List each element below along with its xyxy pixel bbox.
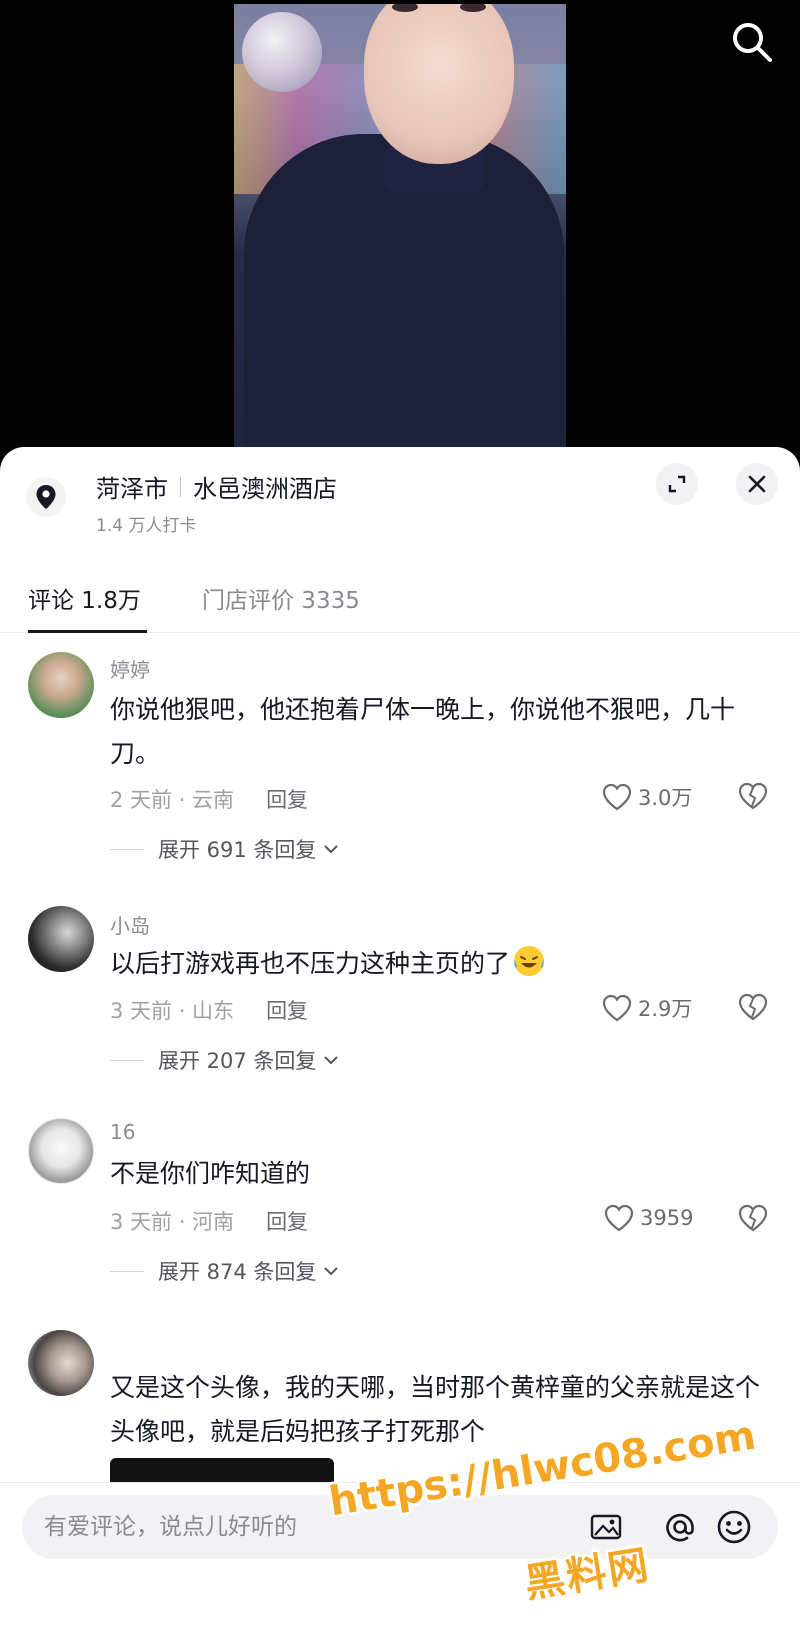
location-header[interactable]: 菏泽市 水邑澳洲酒店 1.4 万人打卡 xyxy=(0,447,800,547)
heart-icon xyxy=(604,1204,634,1232)
image-icon[interactable] xyxy=(588,1509,624,1545)
mention-icon[interactable] xyxy=(662,1509,698,1545)
comment-input-container[interactable] xyxy=(22,1495,778,1559)
comment-time-location: 2 天前 · 云南 xyxy=(110,788,235,812)
comment-input[interactable] xyxy=(44,1495,564,1559)
like-count: 2.9万 xyxy=(638,997,693,1021)
close-button[interactable] xyxy=(736,463,778,505)
expand-replies-label: 展开 874 条回复 xyxy=(158,1260,317,1284)
comment-time-location: 3 天前 · 河南 xyxy=(110,1210,235,1234)
avatar[interactable] xyxy=(28,1330,94,1396)
reply-button[interactable]: 回复 xyxy=(266,1206,308,1236)
location-venue: 水邑澳洲酒店 xyxy=(193,475,337,503)
comment-username[interactable]: 婷婷 xyxy=(110,654,150,683)
dislike-button[interactable] xyxy=(738,993,768,1023)
location-city: 菏泽市 xyxy=(96,475,168,503)
expand-icon xyxy=(668,475,686,493)
comment-time-location: 3 天前 · 山东 xyxy=(110,999,235,1023)
search-icon[interactable] xyxy=(730,20,774,64)
video-person-eye-right xyxy=(460,4,486,12)
location-title[interactable]: 菏泽市 水邑澳洲酒店 xyxy=(96,469,337,504)
like-button[interactable]: 3959 xyxy=(604,1204,693,1232)
comment-text[interactable]: 你说他狠吧，他还抱着尸体一晚上，你说他不狠吧，几十刀。 xyxy=(110,688,760,776)
comment-meta: 2 天前 · 云南 回复 xyxy=(110,784,308,814)
comment-username[interactable]: 小岛 xyxy=(110,910,150,939)
broken-heart-icon xyxy=(738,993,768,1021)
video-balloon xyxy=(242,12,322,92)
comment-username[interactable]: 16 xyxy=(110,1120,135,1144)
comment-text[interactable]: 又是这个头像，我的天哪，当时那个黄梓童的父亲就是这个头像吧，就是后妈把孩子打死那… xyxy=(110,1366,760,1454)
tab-comments[interactable]: 评论 1.8万 xyxy=(28,581,141,615)
expand-divider xyxy=(110,848,144,850)
comment-tabs: 评论 1.8万 门店评价 3335 xyxy=(0,547,800,633)
expand-replies-label: 展开 691 条回复 xyxy=(158,838,317,862)
avatar[interactable] xyxy=(28,1118,94,1184)
like-count: 3.0万 xyxy=(638,786,693,810)
heart-icon xyxy=(602,783,632,811)
location-divider xyxy=(180,476,181,497)
like-button[interactable]: 3.0万 xyxy=(602,782,692,812)
broken-heart-icon xyxy=(738,1204,768,1232)
crying-laughing-emoji-icon xyxy=(514,946,545,976)
emoji-icon[interactable] xyxy=(716,1509,752,1545)
like-count: 3959 xyxy=(640,1206,694,1230)
reply-button[interactable]: 回复 xyxy=(266,784,308,814)
chevron-down-icon xyxy=(324,845,339,854)
avatar[interactable] xyxy=(28,652,94,718)
chevron-down-icon xyxy=(324,1267,339,1276)
video-person-eye-left xyxy=(392,4,418,12)
expand-button[interactable] xyxy=(656,463,698,505)
comment-input-bar xyxy=(0,1482,800,1631)
heart-icon xyxy=(602,994,632,1022)
tab-active-indicator xyxy=(28,630,147,633)
comment-meta: 3 天前 · 河南 回复 xyxy=(110,1206,308,1236)
expand-replies-label: 展开 207 条回复 xyxy=(158,1049,317,1073)
video-player[interactable] xyxy=(0,0,800,460)
dislike-button[interactable] xyxy=(738,1204,768,1234)
comment-text[interactable]: 不是你们咋知道的 xyxy=(110,1152,760,1196)
expand-replies-button[interactable]: 展开 874 条回复 xyxy=(110,1256,340,1286)
video-frame xyxy=(234,4,566,460)
comment-meta: 3 天前 · 山东 回复 xyxy=(110,995,308,1025)
reply-button[interactable]: 回复 xyxy=(266,995,308,1025)
like-button[interactable]: 2.9万 xyxy=(602,993,692,1023)
tab-store-reviews[interactable]: 门店评价 3335 xyxy=(202,581,360,615)
expand-replies-button[interactable]: 展开 207 条回复 xyxy=(110,1045,340,1075)
expand-replies-button[interactable]: 展开 691 条回复 xyxy=(110,834,340,864)
avatar[interactable] xyxy=(28,906,94,972)
video-person-head xyxy=(364,4,514,164)
broken-heart-icon xyxy=(738,782,768,810)
expand-divider xyxy=(110,1059,144,1061)
close-icon xyxy=(748,475,766,493)
location-checkins: 1.4 万人打卡 xyxy=(96,516,197,536)
comment-text[interactable]: 以后打游戏再也不压力这种主页的了 xyxy=(110,942,760,986)
location-pin-icon xyxy=(26,477,66,517)
dislike-button[interactable] xyxy=(738,782,768,812)
comment-text-content: 以后打游戏再也不压力这种主页的了 xyxy=(110,949,511,978)
expand-divider xyxy=(110,1270,144,1272)
chevron-down-icon xyxy=(324,1056,339,1065)
